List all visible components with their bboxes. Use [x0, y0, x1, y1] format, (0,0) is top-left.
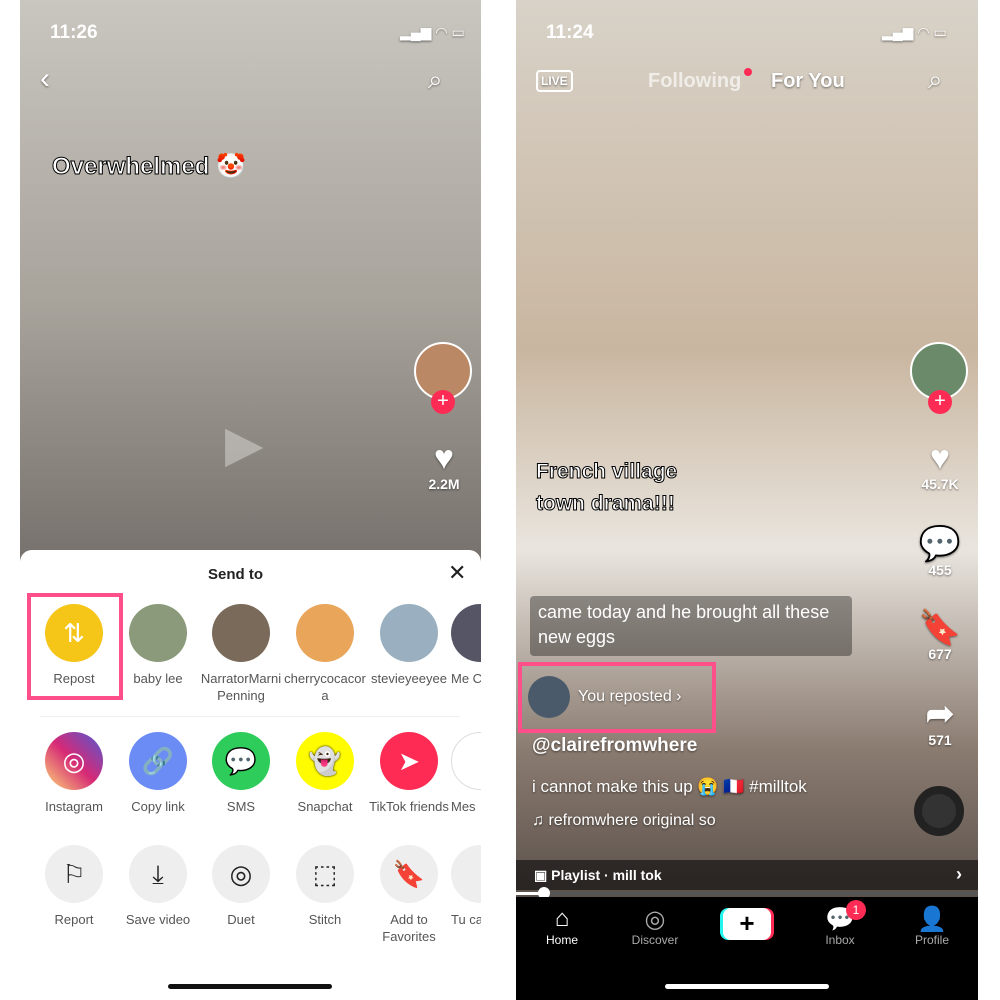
- video-caption: Overwhelmed 🤡: [52, 153, 247, 181]
- favorite-button[interactable]: 🔖 677: [910, 610, 970, 662]
- contact-item[interactable]: Me Cra: [451, 604, 481, 687]
- duet-button[interactable]: ◎ Duet: [199, 845, 283, 928]
- tab-for-you[interactable]: For You: [771, 70, 845, 93]
- heart-icon: ♥: [433, 439, 455, 477]
- you-reposted-link[interactable]: You reposted ›: [578, 688, 682, 706]
- home-indicator: [168, 984, 332, 989]
- more-icon: [451, 845, 481, 903]
- avatar: [296, 604, 354, 662]
- status-icons: ▂▄▆ ◠ ▭: [882, 24, 947, 40]
- home-indicator: [665, 984, 829, 989]
- stitch-icon: ⬚: [296, 845, 354, 903]
- heart-icon: ♥: [929, 439, 951, 477]
- repost-button[interactable]: ⇅ Repost: [32, 604, 116, 687]
- divider: [40, 716, 460, 717]
- share-sheet: Send to ✕ ⇅ Repost baby lee NarratorMarni…: [20, 550, 481, 1000]
- music-note-icon: ♫: [532, 812, 549, 829]
- status-time: 11:26: [50, 22, 98, 43]
- inbox-badge: 1: [846, 900, 866, 920]
- playlist-bar[interactable]: ▣ Playlist · mill tok ›: [516, 860, 978, 890]
- bookmark-icon: 🔖: [380, 845, 438, 903]
- download-icon: ⤓: [129, 845, 187, 903]
- share-sms[interactable]: 💬 SMS: [199, 732, 283, 815]
- search-icon[interactable]: ⌕: [428, 64, 443, 96]
- home-icon: ⌂: [554, 905, 570, 932]
- play-icon[interactable]: ▶: [225, 415, 263, 473]
- sms-icon: 💬: [212, 732, 270, 790]
- status-time: 11:24: [546, 22, 594, 43]
- share-snapchat[interactable]: 👻 Snapchat: [283, 732, 367, 815]
- repost-icon: ⇅: [45, 604, 103, 662]
- share-instagram[interactable]: ◎ Instagram: [32, 732, 116, 815]
- share-icon: ➦: [925, 695, 955, 733]
- more-action-button[interactable]: Tu ca: [451, 845, 481, 928]
- playlist-icon: ▣: [534, 867, 552, 883]
- search-icon[interactable]: ⌕: [928, 64, 943, 96]
- contact-item[interactable]: NarratorMarniPenning: [199, 604, 283, 704]
- send-icon: ➤: [380, 732, 438, 790]
- contact-item[interactable]: stevieyeeyee: [367, 604, 451, 687]
- comment-button[interactable]: 💬 455: [910, 526, 970, 578]
- video-caption: French village town drama!!!: [536, 460, 678, 516]
- music-disc-icon[interactable]: [914, 786, 964, 836]
- sheet-title: Send to: [208, 566, 263, 583]
- share-messenger[interactable]: Mes: [451, 732, 481, 815]
- nav-discover[interactable]: ◎ Discover: [615, 905, 695, 947]
- music-info[interactable]: ♫ refromwhere original so: [532, 812, 716, 830]
- close-icon[interactable]: ✕: [448, 560, 466, 586]
- live-button[interactable]: LIVE: [536, 70, 573, 92]
- chevron-right-icon: ›: [956, 864, 962, 884]
- contact-item[interactable]: cherrycocacora: [283, 604, 367, 704]
- avatar: [451, 604, 481, 662]
- avatar: [212, 604, 270, 662]
- back-icon[interactable]: ‹: [40, 62, 50, 96]
- notification-dot: [744, 68, 752, 76]
- messenger-icon: [451, 732, 481, 790]
- plus-icon: +: [739, 908, 755, 938]
- subtitle-box: came today and he brought all these new …: [530, 596, 852, 656]
- left-phone-screen: 11:26 ▂▄▆ ◠ ▭ ‹ ⌕ Overwhelmed 🤡 ▶ + ♥ 2.2…: [20, 0, 481, 1000]
- nav-profile[interactable]: 👤 Profile: [892, 905, 972, 947]
- add-to-favorites-button[interactable]: 🔖 Add to Favorites: [367, 845, 451, 945]
- compass-icon: ◎: [644, 906, 666, 933]
- stitch-button[interactable]: ⬚ Stitch: [283, 845, 367, 928]
- share-tiktok-friends[interactable]: ➤ TikTok friends: [367, 732, 451, 815]
- report-button[interactable]: ⚐ Report: [32, 845, 116, 928]
- username[interactable]: @clairefromwhere: [532, 735, 697, 757]
- repost-avatar: [528, 676, 570, 718]
- avatar: [380, 604, 438, 662]
- follow-plus-icon[interactable]: +: [928, 390, 952, 414]
- status-icons: ▂▄▆ ◠ ▭: [400, 24, 465, 40]
- instagram-icon: ◎: [45, 732, 103, 790]
- comment-icon: 💬: [918, 525, 962, 563]
- follow-plus-icon[interactable]: +: [431, 390, 455, 414]
- right-phone-screen: 11:24 ▂▄▆ ◠ ▭ LIVE Following For You ⌕ F…: [516, 0, 978, 1000]
- progress-bar[interactable]: [516, 892, 978, 895]
- bookmark-icon: 🔖: [918, 609, 962, 647]
- tab-following[interactable]: Following: [648, 70, 741, 93]
- like-button[interactable]: ♥ 2.2M: [414, 440, 474, 492]
- save-video-button[interactable]: ⤓ Save video: [116, 845, 200, 928]
- nav-home[interactable]: ⌂ Home: [522, 905, 602, 947]
- video-description: i cannot make this up 😭 🇫🇷 #milltok: [532, 777, 807, 796]
- inbox-icon: 💬: [825, 906, 855, 933]
- share-button[interactable]: ➦ 571: [910, 696, 970, 748]
- create-button[interactable]: +: [723, 908, 771, 940]
- flag-icon: ⚐: [45, 845, 103, 903]
- duet-icon: ◎: [212, 845, 270, 903]
- copy-link-button[interactable]: 🔗 Copy link: [116, 732, 200, 815]
- link-icon: 🔗: [129, 732, 187, 790]
- avatar: [129, 604, 187, 662]
- contact-item[interactable]: baby lee: [116, 604, 200, 687]
- nav-inbox[interactable]: 💬 Inbox: [800, 905, 880, 947]
- profile-icon: 👤: [917, 906, 947, 933]
- like-button[interactable]: ♥ 45.7K: [910, 440, 970, 492]
- snapchat-icon: 👻: [296, 732, 354, 790]
